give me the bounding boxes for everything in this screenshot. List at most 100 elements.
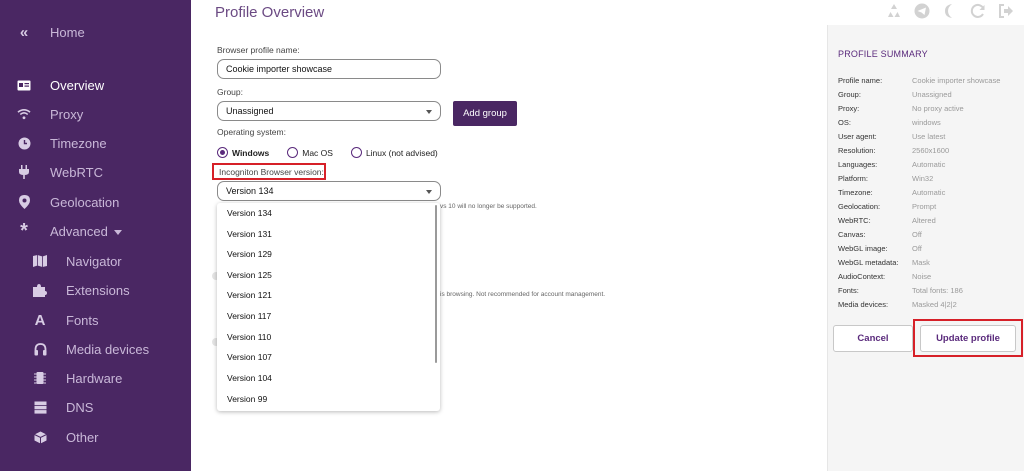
sidebar-item-media-devices[interactable]: Media devices bbox=[0, 335, 191, 363]
summary-key: Platform: bbox=[838, 174, 869, 183]
highlight-box bbox=[913, 319, 1023, 357]
os-option-label: Windows bbox=[232, 147, 270, 158]
summary-key: WebRTC: bbox=[838, 216, 871, 225]
dropdown-option[interactable]: Version 125 bbox=[217, 265, 435, 285]
summary-key: WebGL metadata: bbox=[838, 258, 899, 267]
summary-value: Off bbox=[912, 230, 922, 239]
sidebar-item-hardware[interactable]: Hardware bbox=[0, 364, 191, 392]
chevron-down-icon bbox=[426, 190, 432, 194]
mode-hint-text: is browsing. Not recommended for account… bbox=[440, 291, 606, 298]
caret-down-icon bbox=[113, 229, 122, 235]
summary-key: Proxy: bbox=[838, 104, 860, 113]
server-icon bbox=[33, 400, 47, 414]
profile-name-label: Browser profile name: bbox=[217, 45, 300, 55]
asterisk-icon: * bbox=[20, 219, 28, 242]
summary-key: Geolocation: bbox=[838, 202, 881, 211]
summary-row: Profile name: Cookie importer showcase bbox=[838, 76, 1024, 90]
summary-key: Languages: bbox=[838, 160, 878, 169]
sidebar-item-home[interactable]: « Home bbox=[0, 18, 191, 46]
sidebar-item-extensions[interactable]: Extensions bbox=[0, 276, 191, 304]
group-select[interactable]: Unassigned bbox=[217, 101, 441, 121]
group-select-value: Unassigned bbox=[226, 106, 274, 116]
sidebar: « Home Overview Proxy Timezone WebRTC Ge… bbox=[0, 0, 191, 471]
sidebar-item-geolocation[interactable]: Geolocation bbox=[0, 188, 191, 216]
map-pin-icon bbox=[17, 195, 31, 209]
sidebar-item-label: Proxy bbox=[50, 106, 84, 122]
dropdown-option[interactable]: Version 104 bbox=[217, 368, 435, 388]
profile-name-value: Cookie importer showcase bbox=[226, 64, 333, 74]
puzzle-icon bbox=[33, 283, 47, 297]
font-icon: A bbox=[34, 311, 46, 329]
summary-value: Total fonts: 186 bbox=[912, 286, 963, 295]
version-hint-text: vs 10 will no longer be supported. bbox=[440, 203, 537, 210]
sidebar-item-proxy[interactable]: Proxy bbox=[0, 100, 191, 128]
sidebar-item-other[interactable]: Other bbox=[0, 423, 191, 451]
profile-name-input[interactable]: Cookie importer showcase bbox=[217, 59, 441, 79]
os-radio-group: Windows Mac OS Linux (not advised) bbox=[217, 147, 456, 158]
summary-row: Timezone: Automatic bbox=[838, 188, 1024, 202]
header-toolbar bbox=[885, 2, 1014, 19]
browser-version-select[interactable]: Version 134 bbox=[217, 181, 441, 201]
radio-unselected-icon bbox=[287, 147, 299, 158]
os-radio-windows[interactable]: Windows bbox=[217, 147, 269, 158]
dropdown-option[interactable]: Version 107 bbox=[217, 347, 435, 367]
dropdown-option[interactable]: Version 131 bbox=[217, 224, 435, 244]
summary-value: Automatic bbox=[912, 188, 946, 197]
summary-key: Canvas: bbox=[838, 230, 866, 239]
sidebar-item-label: Geolocation bbox=[50, 194, 120, 210]
id-card-icon bbox=[17, 78, 31, 92]
summary-value: Use latest bbox=[912, 132, 946, 141]
os-label: Operating system: bbox=[217, 127, 286, 137]
sidebar-item-label: WebRTC bbox=[50, 164, 103, 180]
dropdown-option[interactable]: Version 121 bbox=[217, 285, 435, 305]
refresh-icon[interactable] bbox=[969, 2, 986, 19]
sidebar-item-label: Home bbox=[50, 24, 85, 40]
telegram-icon[interactable] bbox=[913, 2, 930, 19]
headphones-icon bbox=[33, 342, 47, 356]
dropdown-option[interactable]: Version 134 bbox=[217, 203, 435, 223]
logout-icon[interactable] bbox=[997, 2, 1014, 19]
summary-row: OS: windows bbox=[838, 118, 1024, 132]
summary-value: Altered bbox=[912, 216, 936, 225]
dropdown-option[interactable]: Version 117 bbox=[217, 306, 435, 326]
os-radio-macos[interactable]: Mac OS bbox=[287, 147, 333, 158]
summary-row: Fonts: Total fonts: 186 bbox=[838, 286, 1024, 300]
summary-key: Group: bbox=[838, 90, 861, 99]
sidebar-item-label: Timezone bbox=[50, 135, 107, 151]
sidebar-item-fonts[interactable]: A Fonts bbox=[0, 306, 191, 334]
moon-icon[interactable] bbox=[941, 2, 958, 19]
os-radio-linux[interactable]: Linux (not advised) bbox=[350, 147, 438, 158]
summary-row: User agent: Use latest bbox=[838, 132, 1024, 146]
sidebar-item-dns[interactable]: DNS bbox=[0, 393, 191, 421]
sidebar-item-webrtc[interactable]: WebRTC bbox=[0, 158, 191, 186]
plug-icon bbox=[17, 165, 31, 179]
summary-key: User agent: bbox=[838, 132, 877, 141]
sidebar-item-label: Advanced bbox=[50, 223, 108, 239]
summary-row: WebRTC: Altered bbox=[838, 216, 1024, 230]
summary-row: Proxy: No proxy active bbox=[838, 104, 1024, 118]
sidebar-item-label: Media devices bbox=[66, 341, 150, 357]
dropdown-scrollbar[interactable] bbox=[435, 205, 437, 363]
map-icon bbox=[33, 254, 47, 268]
summary-value: Automatic bbox=[912, 160, 946, 169]
sidebar-item-navigator[interactable]: Navigator bbox=[0, 247, 191, 275]
summary-row: Languages: Automatic bbox=[838, 160, 1024, 174]
dropdown-option[interactable]: Version 99 bbox=[217, 389, 435, 409]
sidebar-item-advanced[interactable]: * Advanced bbox=[0, 217, 191, 245]
sidebar-item-timezone[interactable]: Timezone bbox=[0, 129, 191, 157]
recycle-icon[interactable] bbox=[885, 2, 902, 19]
cancel-button[interactable]: Cancel bbox=[833, 325, 913, 352]
summary-value: windows bbox=[912, 118, 941, 127]
summary-value: Win32 bbox=[912, 174, 934, 183]
summary-value: Unassigned bbox=[912, 90, 952, 99]
summary-row: WebGL metadata: Mask bbox=[838, 258, 1024, 272]
sidebar-item-overview[interactable]: Overview bbox=[0, 71, 191, 99]
sidebar-item-label: Extensions bbox=[66, 282, 130, 298]
sidebar-item-label: Navigator bbox=[66, 253, 122, 269]
summary-value: Masked 4|2|2 bbox=[912, 300, 957, 309]
summary-key: WebGL image: bbox=[838, 244, 888, 253]
dropdown-option[interactable]: Version 110 bbox=[217, 327, 435, 347]
summary-row: Group: Unassigned bbox=[838, 90, 1024, 104]
add-group-button[interactable]: Add group bbox=[453, 101, 517, 126]
dropdown-option[interactable]: Version 129 bbox=[217, 244, 435, 264]
